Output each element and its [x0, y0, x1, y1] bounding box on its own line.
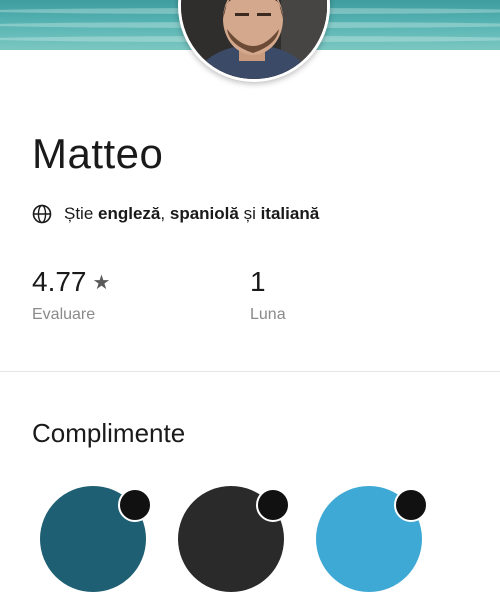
rating-stat: 4.77 ★ Evaluare [32, 266, 110, 324]
compliments-title: Complimente [32, 418, 186, 448]
language-2: spaniolă [169, 204, 239, 223]
compliment-count-badge [256, 488, 290, 522]
rating-value: 4.77 [32, 266, 87, 297]
months-stat: 1 Luna [250, 266, 286, 324]
months-label: Luna [250, 306, 286, 323]
languages-row: Știe engleză, spaniolă și italiană [32, 204, 319, 224]
languages-prefix: Știe [64, 204, 94, 223]
languages-separator: , [160, 204, 166, 223]
avatar[interactable] [178, 0, 330, 82]
languages-conjunction: și [243, 204, 256, 223]
language-1: engleză [98, 204, 161, 223]
star-icon: ★ [92, 271, 111, 294]
avatar-photo [181, 0, 327, 79]
rating-label: Evaluare [32, 306, 96, 323]
section-divider [0, 371, 500, 372]
compliment-count-badge [394, 488, 428, 522]
compliment-count-badge [118, 488, 152, 522]
profile-name: Matteo [32, 130, 164, 177]
globe-icon [32, 204, 52, 224]
language-3: italiană [260, 204, 320, 223]
months-value: 1 [250, 266, 266, 297]
